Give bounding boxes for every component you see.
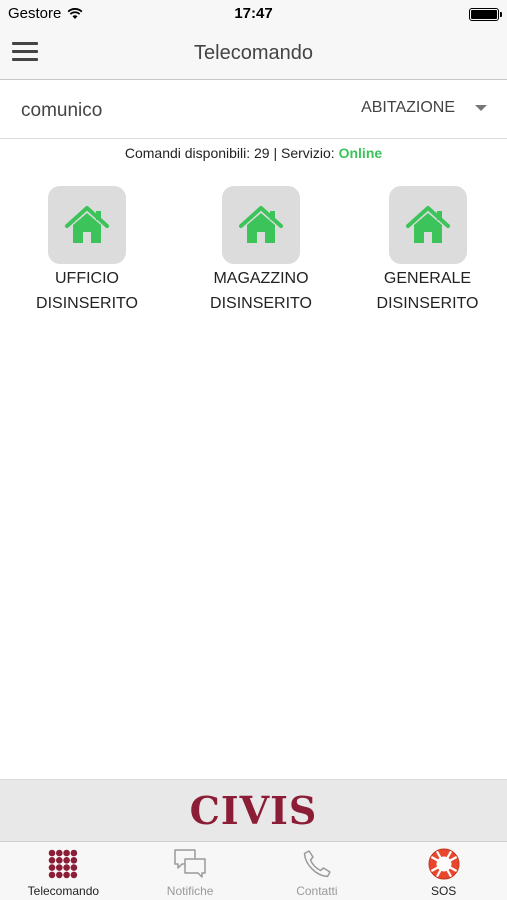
- tab-label: Notifiche: [166, 884, 214, 898]
- commands-available-text: Comandi disponibili: 29 | Servizio:: [124, 145, 339, 161]
- command-name: GENERALE: [383, 270, 472, 287]
- zone-dropdown-value: ABITAZIONE: [361, 99, 455, 116]
- status-bar: Gestore 17:47: [0, 0, 507, 28]
- phone-icon: [300, 847, 334, 881]
- lifebuoy-icon: [427, 847, 461, 881]
- zone-dropdown[interactable]: ABITAZIONE: [361, 99, 487, 117]
- house-icon: [239, 206, 283, 243]
- command-button[interactable]: [48, 186, 126, 264]
- clock: 17:47: [234, 5, 273, 22]
- civis-logo: CIVIS: [189, 788, 318, 833]
- tab-bar: Telecomando Notifiche Contatti SOS: [0, 841, 507, 900]
- tab-telecomando[interactable]: Telecomando: [0, 842, 127, 900]
- tab-label: Contatti: [296, 884, 338, 898]
- service-status: Online: [338, 145, 383, 161]
- account-name: comunico: [21, 100, 103, 121]
- command-magazzino[interactable]: MAGAZZINO DISINSERITO: [174, 186, 348, 316]
- chat-icon: [173, 847, 207, 881]
- tab-sos[interactable]: SOS: [380, 842, 507, 900]
- service-info: Comandi disponibili: 29 | Servizio: Onli…: [0, 145, 507, 161]
- command-label: UFFICIO DISINSERITO: [36, 266, 138, 316]
- command-label: GENERALE DISINSERITO: [377, 266, 479, 316]
- command-ufficio[interactable]: UFFICIO DISINSERITO: [0, 186, 174, 316]
- command-button[interactable]: [222, 186, 300, 264]
- tab-label: Telecomando: [27, 884, 100, 898]
- command-state: DISINSERITO: [376, 295, 479, 312]
- command-name: MAGAZZINO: [213, 270, 309, 287]
- caret-down-icon: [475, 105, 487, 111]
- house-icon: [405, 206, 450, 243]
- command-state: DISINSERITO: [210, 295, 312, 312]
- tab-notifiche[interactable]: Notifiche: [127, 842, 254, 900]
- tab-contatti[interactable]: Contatti: [254, 842, 381, 900]
- tab-label: SOS: [430, 884, 457, 898]
- page-title: Telecomando: [194, 42, 313, 64]
- command-name: UFFICIO: [54, 270, 119, 287]
- house-icon: [65, 206, 109, 243]
- command-label: MAGAZZINO DISINSERITO: [210, 266, 312, 316]
- account-selector-row: comunico ABITAZIONE: [0, 81, 507, 139]
- navigation-bar: Telecomando: [0, 28, 507, 80]
- keypad-icon: [46, 847, 80, 881]
- command-button[interactable]: [388, 186, 467, 264]
- battery-icon: [469, 8, 502, 21]
- command-state: DISINSERITO: [36, 295, 138, 312]
- command-generale[interactable]: GENERALE DISINSERITO: [348, 186, 507, 316]
- brand-banner: CIVIS: [0, 779, 507, 841]
- command-grid: UFFICIO DISINSERITO MAGAZZINO DISINSERIT…: [0, 186, 507, 316]
